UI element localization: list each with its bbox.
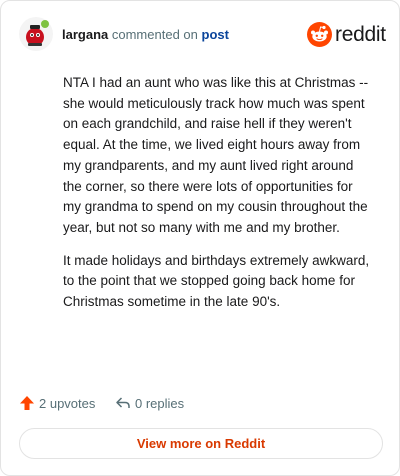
reply-button[interactable]: 0 replies bbox=[115, 395, 184, 411]
action-text: commented on bbox=[111, 27, 198, 42]
username-link[interactable]: largana bbox=[62, 27, 108, 42]
upvote-count: 2 upvotes bbox=[39, 395, 96, 411]
comment-body: NTA I had an aunt who was like this at C… bbox=[63, 73, 373, 325]
comment-meta: largana commented on post bbox=[62, 27, 229, 42]
comment-paragraph: NTA I had an aunt who was like this at C… bbox=[63, 75, 369, 235]
reply-count: 0 replies bbox=[135, 395, 185, 411]
post-link[interactable]: post bbox=[202, 27, 229, 42]
comment-header: largana commented on post reddit bbox=[19, 15, 386, 55]
reddit-logo[interactable]: reddit bbox=[307, 21, 386, 49]
view-more-button[interactable]: View more on Reddit bbox=[19, 428, 383, 459]
upvote-arrow-icon bbox=[20, 396, 34, 410]
reply-icon bbox=[116, 397, 130, 408]
reddit-wordmark: reddit bbox=[335, 23, 386, 46]
avatar[interactable] bbox=[19, 17, 53, 51]
comment-embed-card: largana commented on post reddit NTA I h… bbox=[0, 0, 400, 476]
reddit-logo-icon bbox=[307, 22, 332, 47]
comment-actions: 2 upvotes 0 replies bbox=[19, 393, 381, 415]
upvote-button[interactable]: 2 upvotes bbox=[19, 395, 95, 411]
comment-paragraph: It made holidays and birthdays extremely… bbox=[63, 252, 370, 310]
